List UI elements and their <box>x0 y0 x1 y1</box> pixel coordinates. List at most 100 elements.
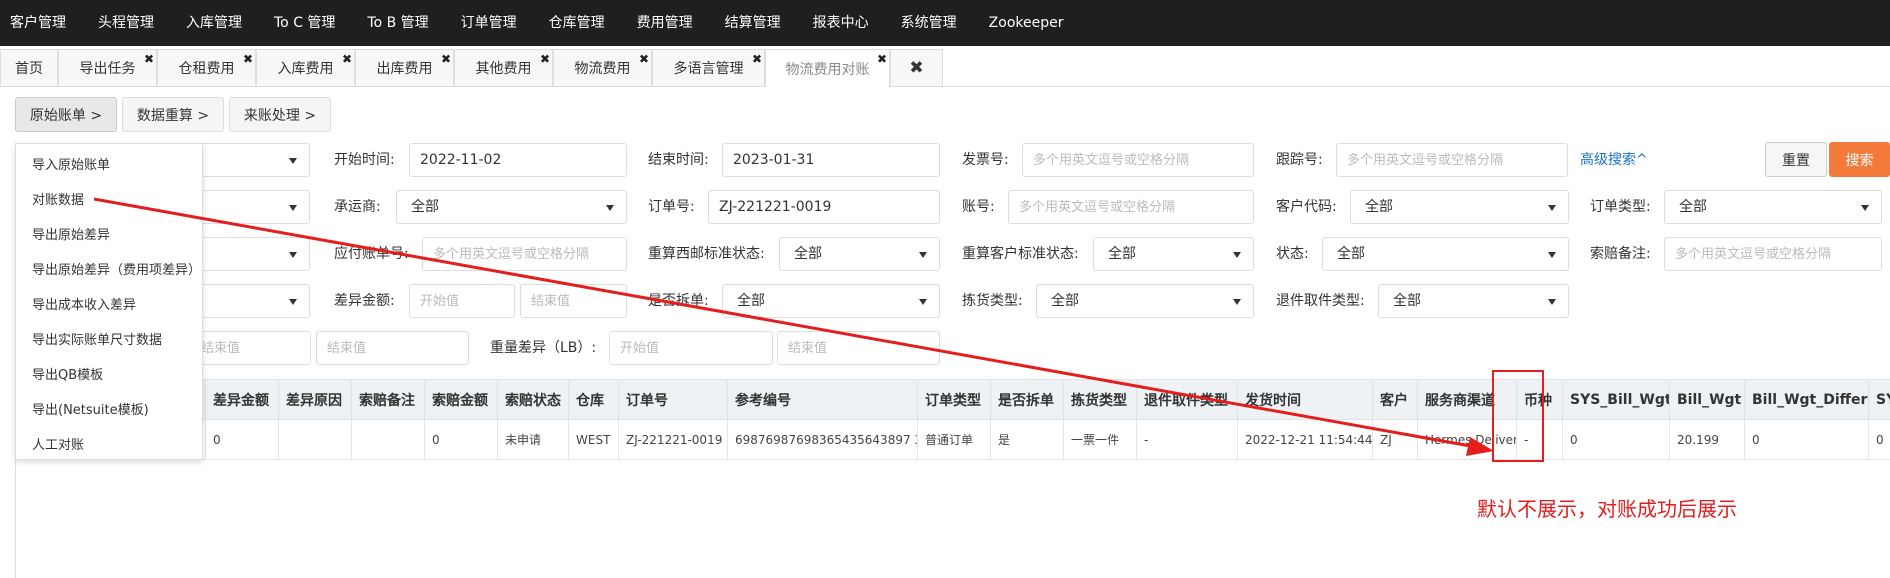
table-header: 索赔状态 <box>497 379 569 420</box>
customer-code-select[interactable]: 全部 <box>1350 190 1569 224</box>
table-header: 订单类型 <box>917 379 991 420</box>
table-cell: 0 <box>1562 419 1670 460</box>
table-cell: 69876987698365435643897 34 <box>727 419 918 460</box>
status-select[interactable]: 全部 <box>1322 237 1569 271</box>
weight-diff-min-input[interactable] <box>609 331 773 365</box>
select-value: 全部 <box>1365 199 1393 215</box>
nav-order[interactable]: 订单管理 <box>445 0 533 46</box>
advanced-search-link[interactable]: 高级搜索^ <box>1580 143 1648 177</box>
nav-warehouse[interactable]: 仓库管理 <box>533 0 621 46</box>
menu-export-original-diff[interactable]: 导出原始差异 <box>16 218 202 253</box>
order-type-select[interactable]: 全部 <box>1664 190 1882 224</box>
close-icon[interactable]: ✖ <box>144 53 154 65</box>
table-cell: 普通订单 <box>917 419 991 460</box>
close-icon[interactable]: ✖ <box>639 53 649 65</box>
nav-fee[interactable]: 费用管理 <box>621 0 709 46</box>
nav-toc[interactable]: To C 管理 <box>258 0 351 46</box>
tab-label: 物流费用对账 <box>785 61 870 78</box>
tab-i18n[interactable]: 多语言管理 ✖ <box>652 49 765 86</box>
reset-button[interactable]: 重置 <box>1765 142 1827 177</box>
close-icon[interactable]: ✖ <box>243 53 253 65</box>
tab-strip: 首页 导出任务 ✖ 仓租费用 ✖ 入库费用 ✖ 出库费用 ✖ 其他费用 ✖ 物流费用 ✖ 多… <box>0 49 1890 87</box>
tab-other-fee[interactable]: 其他费用 ✖ <box>454 49 553 86</box>
select-value: 全部 <box>794 246 822 262</box>
close-icon[interactable]: ✖ <box>540 53 550 65</box>
search-button[interactable]: 搜索 <box>1829 142 1890 177</box>
end-time-label: 结束时间: <box>648 152 709 168</box>
picking-type-label: 拣货类型: <box>962 293 1023 309</box>
menu-export-original-diff-fee[interactable]: 导出原始差异（费用项差异） <box>16 253 202 288</box>
table-cell: 20.199 <box>1669 419 1745 460</box>
menu-export-actual-size[interactable]: 导出实际账单尺寸数据 <box>16 323 202 358</box>
menu-export-qb-template[interactable]: 导出QB模板 <box>16 358 202 393</box>
diff-amount-max-input[interactable] <box>520 284 627 318</box>
filter-select-hidden-3[interactable] <box>190 237 310 271</box>
range-max-input[interactable] <box>316 331 469 365</box>
table-cell <box>351 419 425 460</box>
close-all-tabs-button[interactable]: ✖ <box>890 49 943 86</box>
payable-bill-input[interactable] <box>422 237 627 271</box>
filter-select-hidden-4[interactable] <box>190 284 310 318</box>
table-header: 差异金额 <box>205 379 279 420</box>
picking-type-select[interactable]: 全部 <box>1036 284 1254 318</box>
table-cell: 未申请 <box>497 419 569 460</box>
close-icon[interactable]: ✖ <box>441 53 451 65</box>
close-icon[interactable]: ✖ <box>877 53 887 65</box>
return-pickup-select[interactable]: 全部 <box>1378 284 1569 318</box>
recalc-west-select[interactable]: 全部 <box>779 237 940 271</box>
data-recalc-button[interactable]: 数据重算 > <box>122 97 224 132</box>
nav-first-leg[interactable]: 头程管理 <box>82 0 170 46</box>
nav-tob[interactable]: To B 管理 <box>351 0 444 46</box>
recalc-customer-label: 重算客户标准状态: <box>962 246 1079 262</box>
menu-import-original-bill[interactable]: 导入原始账单 <box>16 148 202 183</box>
weight-diff-label: 重量差异（LB）: <box>490 340 597 356</box>
table-header: 发货时间 <box>1237 379 1373 420</box>
tab-logistics-fee[interactable]: 物流费用 ✖ <box>553 49 652 86</box>
select-value: 全部 <box>1393 293 1421 309</box>
recalc-customer-select[interactable]: 全部 <box>1093 237 1254 271</box>
select-value: 全部 <box>737 293 765 309</box>
table-row[interactable]: 0 0 未申请 WEST ZJ-221221-0019 698769876983… <box>15 419 1890 460</box>
reconcile-table: 差异金额 差异原因 索赔备注 索赔金额 索赔状态 仓库 订单号 参考编号 订单类… <box>15 379 1890 460</box>
customer-code-label: 客户代码: <box>1276 199 1337 215</box>
order-type-label: 订单类型: <box>1590 199 1651 215</box>
tab-logistics-reconcile[interactable]: 物流费用对账 ✖ <box>765 49 890 87</box>
tab-label: 导出任务 <box>79 61 136 77</box>
end-time-input[interactable] <box>722 143 940 177</box>
tab-storage-fee[interactable]: 仓租费用 ✖ <box>157 49 256 86</box>
diff-amount-min-input[interactable] <box>409 284 515 318</box>
start-time-label: 开始时间: <box>334 152 395 168</box>
start-time-input[interactable] <box>409 143 627 177</box>
account-input[interactable] <box>1008 190 1254 224</box>
tracking-input[interactable] <box>1336 143 1568 177</box>
original-bill-button[interactable]: 原始账单 > <box>15 97 117 132</box>
nav-zookeeper[interactable]: Zookeeper <box>973 0 1080 46</box>
split-order-select[interactable]: 全部 <box>722 284 940 318</box>
claim-remark-input[interactable] <box>1664 237 1882 271</box>
tab-inbound-fee[interactable]: 入库费用 ✖ <box>256 49 355 86</box>
carrier-select[interactable]: 全部 <box>396 190 627 224</box>
close-icon[interactable]: ✖ <box>342 53 352 65</box>
tab-export-task[interactable]: 导出任务 ✖ <box>58 49 157 86</box>
filter-select-hidden-2[interactable] <box>190 190 310 224</box>
invoice-input[interactable] <box>1022 143 1254 177</box>
nav-settlement[interactable]: 结算管理 <box>709 0 797 46</box>
filter-select-hidden-1[interactable] <box>190 143 310 177</box>
menu-reconcile-data[interactable]: 对账数据 <box>16 183 202 218</box>
nav-inbound[interactable]: 入库管理 <box>170 0 258 46</box>
menu-manual-reconcile[interactable]: 人工对账 <box>16 428 202 463</box>
select-value: 全部 <box>1679 199 1707 215</box>
order-no-input[interactable] <box>708 190 940 224</box>
weight-diff-max-input[interactable] <box>777 331 940 365</box>
tab-home[interactable]: 首页 <box>0 49 58 86</box>
nav-customer[interactable]: 客户管理 <box>0 0 82 46</box>
menu-export-cost-revenue-diff[interactable]: 导出成本收入差异 <box>16 288 202 323</box>
range-max-input-hidden[interactable] <box>190 331 311 365</box>
nav-report[interactable]: 报表中心 <box>797 0 885 46</box>
close-icon[interactable]: ✖ <box>752 53 762 65</box>
table-cell: WEST <box>568 419 619 460</box>
tab-outbound-fee[interactable]: 出库费用 ✖ <box>355 49 454 86</box>
menu-export-netsuite-template[interactable]: 导出(Netsuite模板) <box>16 393 202 428</box>
incoming-bill-button[interactable]: 来账处理 > <box>229 97 331 132</box>
nav-system[interactable]: 系统管理 <box>885 0 973 46</box>
